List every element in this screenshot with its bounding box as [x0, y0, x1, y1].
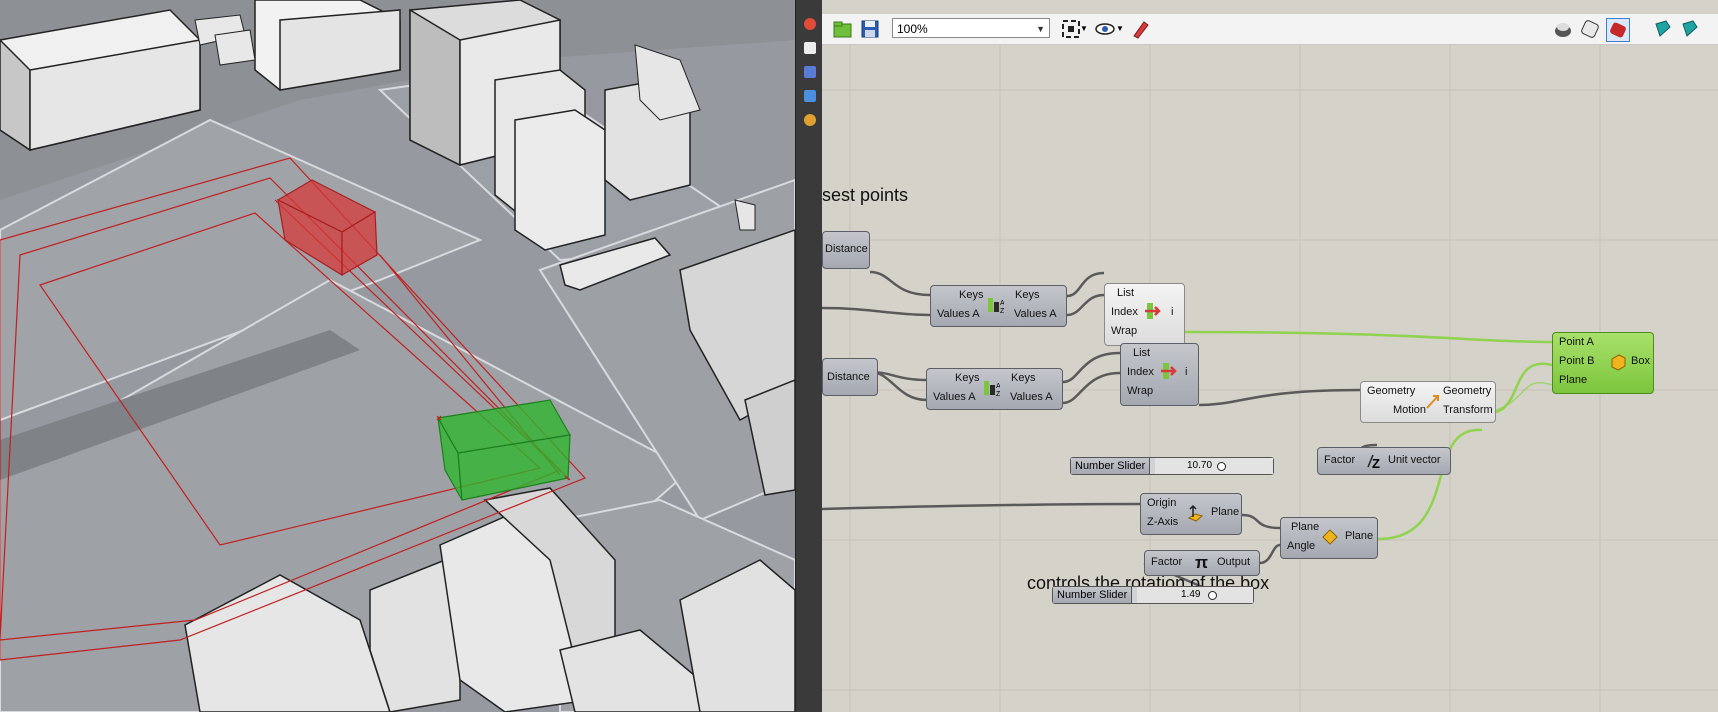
pi-component[interactable]: Factor π Output: [1144, 550, 1260, 576]
rhino-side-panel: [795, 0, 823, 712]
svg-text:A: A: [996, 383, 1000, 390]
chevron-down-icon: ▼: [1036, 24, 1045, 34]
unit-z-component[interactable]: Factor Z Unit vector: [1317, 447, 1451, 475]
svg-text:Z: Z: [1372, 456, 1380, 470]
move-component[interactable]: Geometry Motion Geometry Transform: [1360, 381, 1496, 423]
zoom-value: 100%: [897, 22, 928, 36]
sketch-pen-icon[interactable]: [1130, 18, 1152, 40]
box-2pt-component[interactable]: Point A Point B Plane Box: [1552, 332, 1654, 394]
list-item-component[interactable]: List Index Wrap i: [1104, 283, 1185, 346]
rhino-3d-viewport[interactable]: [0, 0, 795, 712]
group-title: sest points: [822, 185, 909, 205]
zoom-extents-dropdown-icon[interactable]: ▼: [1080, 18, 1090, 40]
sort-list-icon: AZ: [988, 296, 1005, 315]
slider-knob[interactable]: [1217, 462, 1226, 471]
viewport-scene: [0, 0, 795, 712]
number-slider[interactable]: Number Slider 1.49: [1052, 586, 1254, 604]
notification-icon[interactable]: [804, 90, 816, 102]
pi-icon: π: [1195, 553, 1209, 572]
list-item-icon: [1143, 302, 1161, 320]
zoom-extents-icon[interactable]: [1060, 18, 1082, 40]
distance-component[interactable]: Distance: [822, 231, 870, 269]
save-icon[interactable]: [859, 18, 881, 40]
preview-selected-icon[interactable]: [1606, 18, 1630, 42]
preview-eye-icon[interactable]: [1094, 18, 1116, 40]
rotate-component[interactable]: Plane Angle Plane: [1280, 517, 1378, 559]
rotate-plane-icon: [1321, 528, 1338, 546]
distance-component[interactable]: Distance: [822, 358, 878, 396]
zoom-dropdown[interactable]: 100% ▼: [892, 18, 1050, 38]
grasshopper-toolbar: 100% ▼ ▼ ▼: [822, 14, 1718, 45]
plugin-icon[interactable]: [804, 114, 816, 126]
help-icon[interactable]: [804, 66, 816, 78]
svg-text:Z: Z: [1000, 308, 1004, 314]
svg-text:Z: Z: [996, 391, 1000, 397]
preview-shaded-icon[interactable]: [1552, 18, 1574, 40]
preview-wire-icon[interactable]: [1579, 18, 1601, 40]
sort-list-icon: AZ: [984, 379, 1001, 398]
preview-dropdown-icon[interactable]: ▼: [1116, 18, 1126, 40]
sort-list-component[interactable]: Keys Values A AZ Keys Values A: [926, 368, 1063, 410]
bake-2-icon[interactable]: [1679, 18, 1701, 40]
plane-component[interactable]: Origin Z-Axis Plane: [1140, 493, 1242, 535]
svg-text:A: A: [1000, 300, 1004, 307]
move-icon: [1425, 392, 1441, 410]
sort-list-component[interactable]: Keys Values A AZ Keys Values A: [930, 285, 1067, 327]
color-wheel-icon[interactable]: [804, 18, 816, 30]
list-item-icon: [1159, 362, 1177, 380]
unit-z-icon: Z: [1364, 452, 1380, 471]
list-item-component[interactable]: List Index Wrap i: [1120, 343, 1199, 406]
number-slider[interactable]: Number Slider 10.70: [1070, 457, 1274, 475]
slider-track[interactable]: [1155, 458, 1273, 474]
box-icon: [1609, 353, 1626, 371]
bake-icon[interactable]: [1652, 18, 1674, 40]
display-icon[interactable]: [804, 42, 816, 54]
plane-icon: [1186, 504, 1204, 522]
grasshopper-editor: 100% ▼ ▼ ▼ sest points controls the rota…: [822, 0, 1718, 712]
slider-knob[interactable]: [1208, 591, 1217, 600]
grasshopper-canvas[interactable]: sest points controls the rotation of the…: [822, 45, 1718, 712]
open-file-icon[interactable]: [832, 18, 854, 40]
